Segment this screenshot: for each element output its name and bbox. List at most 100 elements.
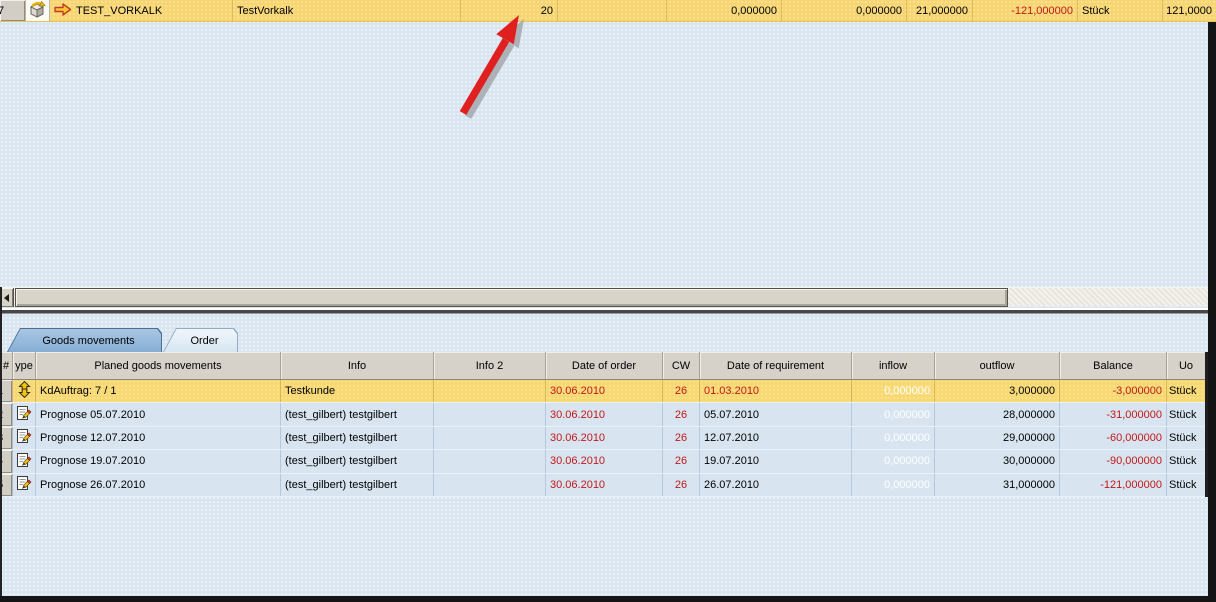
cell-outflow[interactable]: 28,000000	[935, 403, 1060, 425]
cell-planed-goods-movement[interactable]: KdAuftrag: 7 / 1	[36, 380, 281, 402]
pane-splitter[interactable]	[0, 308, 1216, 314]
table-row[interactable]: 1 KdAuftrag: 7 / 1 Testkunde 30.06.2010 …	[0, 380, 1205, 403]
cell-uom[interactable]: Stück	[1167, 380, 1205, 402]
assembly-cell[interactable]	[26, 0, 50, 21]
cell-date-of-order[interactable]: 30.06.2010	[546, 450, 663, 472]
cell-info[interactable]: (test_gilbert) testgilbert	[281, 427, 434, 449]
tab-strip: Goods movements Order	[0, 328, 1216, 352]
tab-order[interactable]: Order	[163, 328, 238, 352]
row-number-cell[interactable]: 7	[0, 0, 26, 21]
cell-info2[interactable]	[434, 450, 546, 472]
cell-type[interactable]	[13, 403, 36, 425]
cell-balance[interactable]: -60,000000	[1060, 427, 1167, 449]
column-header-planed-goods-movements[interactable]: Planed goods movements	[36, 352, 281, 379]
cell-type[interactable]	[13, 474, 36, 496]
cell-inflow[interactable]: 0,000000	[852, 450, 935, 472]
cell-planed-goods-movement[interactable]: Prognose 26.07.2010	[36, 474, 281, 496]
value2-cell[interactable]: 0,000000	[782, 0, 907, 21]
cell-inflow[interactable]: 0,000000	[852, 427, 935, 449]
window-bottom-edge	[0, 596, 1216, 602]
balance-cell[interactable]: -121,000000	[973, 0, 1078, 21]
cell-balance[interactable]: -3,000000	[1060, 380, 1167, 402]
cell-info[interactable]: (test_gilbert) testgilbert	[281, 474, 434, 496]
column-header-balance[interactable]: Balance	[1060, 352, 1167, 379]
cell-cw[interactable]: 26	[663, 427, 700, 449]
cell-outflow[interactable]: 29,000000	[935, 427, 1060, 449]
cell-info[interactable]: (test_gilbert) testgilbert	[281, 403, 434, 425]
cell-date-of-order[interactable]: 30.06.2010	[546, 403, 663, 425]
column-header-info[interactable]: Info	[281, 352, 434, 379]
cell-date-of-requirement[interactable]: 26.07.2010	[700, 474, 852, 496]
cell-text: 3,000000	[1009, 385, 1055, 397]
window-right-edge	[1208, 22, 1216, 596]
cell-uom[interactable]: Stück	[1167, 403, 1205, 425]
empty-cell[interactable]	[558, 0, 667, 21]
table-row[interactable]: 3 Prognose 12.07.2010 (test_gilbert) tes…	[0, 427, 1205, 450]
cell-uom[interactable]: Stück	[1167, 427, 1205, 449]
cell-outflow[interactable]: 3,000000	[935, 380, 1060, 402]
column-header-info2[interactable]: Info 2	[434, 352, 546, 379]
cell-type[interactable]	[13, 427, 36, 449]
cell-date-of-order[interactable]: 30.06.2010	[546, 474, 663, 496]
cell-info2[interactable]	[434, 474, 546, 496]
cell-outflow[interactable]: 30,000000	[935, 450, 1060, 472]
horizontal-scrollbar[interactable]	[0, 287, 1209, 306]
column-header-date-of-requirement[interactable]: Date of requirement	[700, 352, 852, 379]
column-header-uom[interactable]: Uo	[1167, 352, 1205, 379]
cell-balance[interactable]: -90,000000	[1060, 450, 1167, 472]
cell-inflow[interactable]: 0,000000	[852, 403, 935, 425]
header-label: ype	[15, 360, 33, 372]
value3-cell[interactable]: 21,000000	[907, 0, 973, 21]
cell-inflow[interactable]: 0,000000	[852, 474, 935, 496]
cell-balance[interactable]: -121,000000	[1060, 474, 1167, 496]
cell-type[interactable]	[13, 450, 36, 472]
cell-planed-goods-movement[interactable]: Prognose 05.07.2010	[36, 403, 281, 425]
cell-text: 29,000000	[1003, 432, 1055, 444]
table-row[interactable]: 2 Prognose 05.07.2010 (test_gilbert) tes…	[0, 403, 1205, 426]
column-header-outflow[interactable]: outflow	[935, 352, 1060, 379]
cell-planed-goods-movement[interactable]: Prognose 19.07.2010	[36, 450, 281, 472]
cell-date-of-requirement[interactable]: 01.03.2010	[700, 380, 852, 402]
scrollbar-thumb[interactable]	[15, 288, 1008, 307]
table-row[interactable]: 5 Prognose 26.07.2010 (test_gilbert) tes…	[0, 474, 1205, 497]
cell-uom[interactable]: Stück	[1167, 450, 1205, 472]
cell-cw[interactable]: 26	[663, 450, 700, 472]
cell-cw[interactable]: 26	[663, 380, 700, 402]
cell-text: 30.06.2010	[550, 455, 605, 467]
cell-planed-goods-movement[interactable]: Prognose 12.07.2010	[36, 427, 281, 449]
table-row[interactable]: 4 Prognose 19.07.2010 (test_gilbert) tes…	[0, 450, 1205, 473]
upper-grid-selected-row[interactable]: 7 TEST_VORKALK TestVorkalk 20	[0, 0, 1216, 22]
cell-type[interactable]	[13, 380, 36, 402]
tab-goods-movements[interactable]: Goods movements	[7, 328, 162, 352]
cell-balance[interactable]: -31,000000	[1060, 403, 1167, 425]
cell-info2[interactable]	[434, 380, 546, 402]
cell-info2[interactable]	[434, 403, 546, 425]
unit-cell[interactable]: Stück	[1078, 0, 1163, 21]
cell-info[interactable]: Testkunde	[281, 380, 434, 402]
cell-outflow[interactable]: 31,000000	[935, 474, 1060, 496]
name-cell[interactable]: TEST_VORKALK	[50, 0, 233, 21]
value1: 0,000000	[731, 5, 777, 17]
cell-info2[interactable]	[434, 427, 546, 449]
column-header-cw[interactable]: CW	[663, 352, 700, 379]
cell-date-of-order[interactable]: 30.06.2010	[546, 427, 663, 449]
cell-info[interactable]: (test_gilbert) testgilbert	[281, 450, 434, 472]
cell-date-of-requirement[interactable]: 19.07.2010	[700, 450, 852, 472]
sales-order-icon	[17, 381, 32, 401]
cell-date-of-requirement[interactable]: 12.07.2010	[700, 427, 852, 449]
cell-cw[interactable]: 26	[663, 474, 700, 496]
cell-date-of-requirement[interactable]: 05.07.2010	[700, 403, 852, 425]
info-cell[interactable]: TestVorkalk	[233, 0, 461, 21]
value4-cell[interactable]: 121,0000	[1163, 0, 1216, 21]
column-header-inflow[interactable]: inflow	[852, 352, 935, 379]
column-header-type[interactable]: ype	[13, 352, 36, 379]
cell-inflow[interactable]: 0,000000	[852, 380, 935, 402]
cell-uom[interactable]: Stück	[1167, 474, 1205, 496]
scrollbar-left-button[interactable]	[0, 288, 14, 307]
cell-date-of-order[interactable]: 30.06.2010	[546, 380, 663, 402]
column-header-date-of-order[interactable]: Date of order	[546, 352, 663, 379]
header-label: Info	[348, 360, 366, 372]
value1-cell[interactable]: 0,000000	[667, 0, 782, 21]
cell-cw[interactable]: 26	[663, 403, 700, 425]
quantity-cell[interactable]: 20	[461, 0, 558, 21]
